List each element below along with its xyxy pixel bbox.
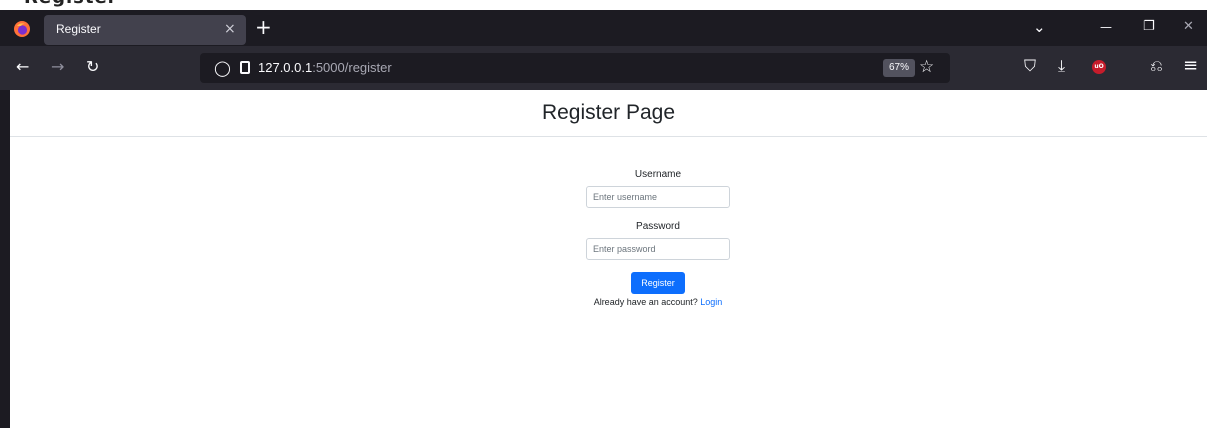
- close-tab-icon[interactable]: ×: [224, 21, 236, 37]
- new-tab-icon[interactable]: +: [255, 16, 272, 38]
- password-label: Password: [636, 221, 680, 232]
- field-gap: [508, 208, 808, 220]
- page-header: Register Page: [10, 90, 1207, 137]
- menu-icon[interactable]: ≡: [1183, 57, 1198, 75]
- register-button[interactable]: Register: [631, 272, 685, 294]
- login-prompt: Already have an account? Login: [508, 297, 808, 307]
- tab-title: Register: [56, 22, 101, 36]
- close-window-icon[interactable]: ✕: [1183, 18, 1194, 36]
- restore-icon[interactable]: ❐: [1143, 18, 1155, 36]
- register-form: Username Password Register Already have …: [508, 168, 808, 307]
- top-strip: Register Page: [0, 0, 1207, 10]
- username-input[interactable]: [586, 186, 730, 208]
- url-text[interactable]: 127.0.0.1:5000/register: [258, 60, 392, 75]
- page-viewport: Register Page Username Password Register…: [10, 90, 1207, 428]
- header-text-fragment: Register Page: [24, 0, 174, 10]
- list-tabs-icon[interactable]: ⌄: [1033, 18, 1046, 36]
- page-icon[interactable]: [240, 61, 250, 74]
- download-icon[interactable]: ⤓: [1058, 57, 1065, 75]
- url-bar[interactable]: ◯ 127.0.0.1:5000/register 67% ☆: [200, 53, 950, 83]
- extensions-icon[interactable]: ⎌: [1150, 57, 1163, 75]
- ublock-icon[interactable]: uO: [1092, 60, 1106, 74]
- back-icon[interactable]: ←: [16, 58, 29, 76]
- pocket-icon[interactable]: ⛉: [1024, 57, 1036, 75]
- login-prompt-text: Already have an account?: [593, 297, 701, 307]
- login-link[interactable]: Login: [700, 297, 722, 307]
- firefox-logo-icon: [14, 21, 30, 37]
- browser-chrome: Register × + ⌄ — ❐ ✕ ← → ↻ ◯ 127.0.0.1:5…: [0, 10, 1207, 90]
- bookmark-star-icon[interactable]: ☆: [919, 57, 934, 77]
- password-input[interactable]: [586, 238, 730, 260]
- shield-icon[interactable]: ◯: [214, 60, 231, 76]
- tab-register[interactable]: Register ×: [44, 15, 246, 45]
- forward-icon[interactable]: →: [51, 58, 64, 76]
- page-title: Register Page: [541, 101, 676, 124]
- minimize-icon[interactable]: —: [1100, 18, 1112, 36]
- zoom-indicator[interactable]: 67%: [883, 59, 916, 77]
- tab-bar: Register × + ⌄ — ❐ ✕: [0, 10, 1207, 46]
- username-label: Username: [634, 169, 682, 180]
- nav-toolbar: ← → ↻ ◯ 127.0.0.1:5000/register 67% ☆ ⛉ …: [0, 46, 1207, 90]
- window-left-edge: [0, 90, 10, 428]
- reload-icon[interactable]: ↻: [86, 58, 99, 76]
